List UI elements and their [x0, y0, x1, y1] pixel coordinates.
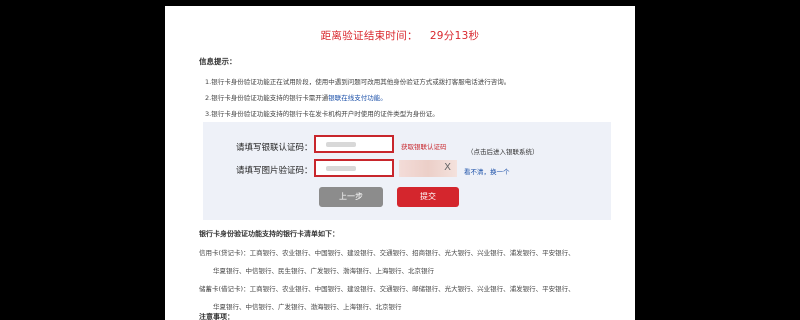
unionpay-code-input[interactable] — [314, 135, 394, 153]
get-unionpay-code-link[interactable]: 获取银联认证码 — [401, 141, 447, 151]
timer-label: 距离验证结束时间： — [320, 30, 418, 42]
verification-page: 距离验证结束时间： 29分13秒 信息提示： 1.银行卡身份验证功能正在试用阶段，… — [165, 6, 635, 320]
info-line-2: 2.银行卡身份验证功能支持的银行卡需开通银联在线支付功能。 — [205, 92, 387, 102]
unionpay-hint: （点击后进入银联系统） — [467, 148, 539, 156]
supported-banks-title: 银行卡身份验证功能支持的银行卡清单如下： — [199, 230, 339, 238]
unionpay-code-label: 请填写银联认证码： — [236, 143, 313, 153]
credit-card-banks-line-2: 华夏银行、中信银行、民生银行、广发银行、渤海银行、上海银行、北京银行 — [213, 267, 434, 275]
captcha-label: 请填写图片验证码： — [236, 166, 313, 176]
submit-button[interactable]: 提交 — [397, 187, 459, 207]
credit-card-banks-line-1: 信用卡(贷记卡)：工商银行、农业银行、中国银行、建设银行、交通银行、招商银行、光… — [199, 249, 575, 257]
previous-step-button[interactable]: 上一步 — [319, 187, 383, 207]
captcha-image[interactable]: X — [399, 160, 457, 177]
captcha-text: X — [444, 162, 451, 173]
captcha-input[interactable] — [314, 159, 394, 177]
notes-title: 注意事项： — [199, 313, 234, 320]
debit-card-banks-line-1: 储蓄卡(借记卡)：工商银行、农业银行、中国银行、建设银行、交通银行、邮储银行、光… — [199, 285, 575, 293]
timer-value: 29分13秒 — [429, 30, 480, 42]
countdown-timer: 距离验证结束时间： 29分13秒 — [165, 28, 635, 43]
verification-form: 请填写银联认证码： 获取银联认证码 （点击后进入银联系统） 请填写图片验证码： … — [203, 122, 611, 220]
masked-input-value — [326, 142, 356, 147]
refresh-captcha-link[interactable]: 看不清，换一个 — [464, 166, 510, 176]
debit-card-banks-line-2: 华夏银行、中信银行、广发银行、渤海银行、上海银行、北京银行 — [213, 303, 402, 311]
info-title: 信息提示： — [199, 57, 237, 66]
info-line-1: 1.银行卡身份验证功能正在试用阶段，使用中遇到问题可改用其他身份验证方式或拨打客… — [205, 78, 511, 86]
masked-input-value — [326, 166, 356, 171]
unionpay-online-link[interactable]: 银联在线支付功能。 — [328, 94, 387, 102]
info-line-2-text: 2.银行卡身份验证功能支持的银行卡需开通 — [205, 94, 329, 102]
info-line-3: 3.银行卡身份验证功能支持的银行卡在发卡机构开户时使用的证件类型为身份证。 — [205, 110, 439, 118]
